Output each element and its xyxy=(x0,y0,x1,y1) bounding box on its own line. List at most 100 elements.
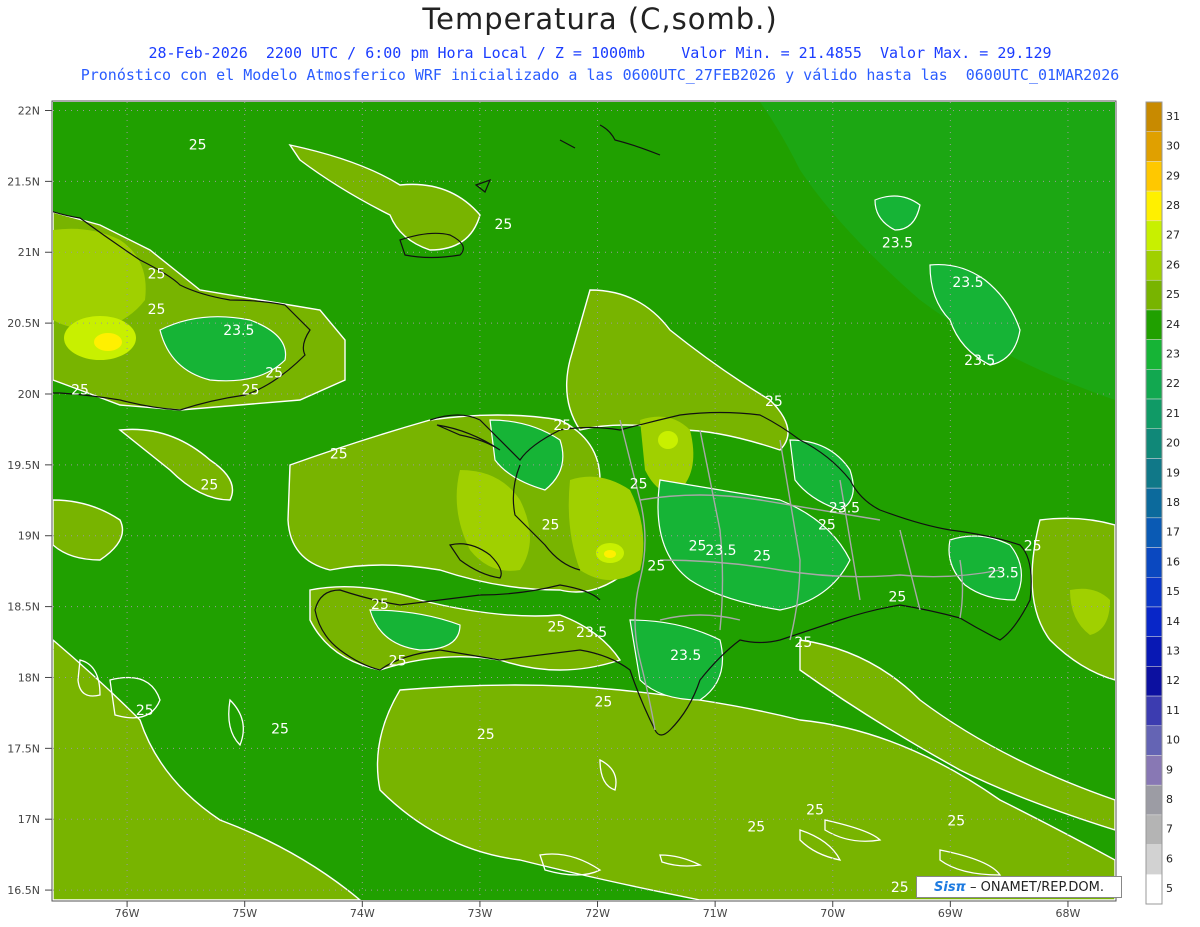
contour-label: 23.5 xyxy=(223,323,254,339)
contour-label: 23.5 xyxy=(964,353,995,369)
colorbar-swatch xyxy=(1145,339,1163,370)
credit-box: Sisπ – ONAMET/REP.DOM. xyxy=(916,876,1122,898)
contour-label: 23.5 xyxy=(829,500,860,516)
contour-label: 25 xyxy=(495,217,513,233)
lon-tick-label: 75W xyxy=(232,907,257,920)
contour-label: 25 xyxy=(71,383,89,399)
lat-tick-label: 21.5N xyxy=(7,175,40,188)
colorbar-label: 30 xyxy=(1166,140,1180,153)
colorbar-label: 21 xyxy=(1166,407,1180,420)
colorbar-swatch xyxy=(1145,784,1163,816)
lon-tick-label: 70W xyxy=(820,907,845,920)
colorbar-label: 24 xyxy=(1166,318,1180,331)
colorbar-label: 23 xyxy=(1166,347,1180,360)
colorbar-swatch xyxy=(1145,606,1163,637)
lat-tick-label: 19N xyxy=(18,530,40,543)
colorbar-label: 20 xyxy=(1166,437,1180,450)
contour-label: 25 xyxy=(794,635,812,651)
lat-tick-label: 18.5N xyxy=(7,601,40,614)
lon-tick-label: 68W xyxy=(1056,907,1081,920)
colorbar-swatch xyxy=(1145,279,1163,311)
colorbar-label: 15 xyxy=(1166,585,1180,598)
colorbar-label: 6 xyxy=(1166,852,1173,865)
contour-label: 25 xyxy=(330,447,348,463)
contour-label: 25 xyxy=(371,597,389,613)
colorbar-label: 27 xyxy=(1166,229,1180,242)
colorbar-swatch xyxy=(1145,131,1163,162)
colorbar-label: 22 xyxy=(1166,377,1180,390)
contour-label: 23.5 xyxy=(576,625,607,641)
lat-tick-label: 19.5N xyxy=(7,459,40,472)
contour-label: 25 xyxy=(594,695,612,711)
contour-label: 23.5 xyxy=(988,566,1019,582)
colorbar-label: 18 xyxy=(1166,496,1180,509)
colorbar-label: 10 xyxy=(1166,734,1180,747)
lat-tick-label: 17.5N xyxy=(7,742,40,755)
colorbar-swatch xyxy=(1145,101,1163,132)
colorbar-swatch xyxy=(1145,369,1163,400)
contour-label: 25 xyxy=(889,590,907,606)
contour-label: 25 xyxy=(689,539,707,555)
colorbar-label: 16 xyxy=(1166,555,1180,568)
colorbar-label: 5 xyxy=(1166,882,1173,895)
colorbar-swatch xyxy=(1145,874,1163,905)
colorbar-label: 9 xyxy=(1166,763,1173,776)
lon-tick-label: 76W xyxy=(115,907,140,920)
contour-label: 25 xyxy=(242,383,260,399)
colorbar-label: 28 xyxy=(1166,199,1180,212)
lat-tick-label: 22N xyxy=(18,105,40,118)
latitude-labels: 22N 21.5N 21N 20.5N 20N 19.5N 19N 18.5N 18N 17.5N… xyxy=(7,105,52,897)
contour-label: 25 xyxy=(891,880,909,896)
colorbar-swatch xyxy=(1145,517,1163,548)
contour-label: 25 xyxy=(818,517,836,533)
colorbar-swatch xyxy=(1145,547,1163,578)
contour-label: 25 xyxy=(148,302,166,318)
lat-tick-label: 16.5N xyxy=(7,884,40,897)
contour-label: 23.5 xyxy=(952,275,983,291)
contour-label: 25 xyxy=(189,138,207,154)
contour-label: 25 xyxy=(947,814,965,830)
colorbar-swatch xyxy=(1145,487,1163,519)
colorbar-swatch xyxy=(1145,636,1163,667)
lon-tick-label: 73W xyxy=(467,907,492,920)
contour-label: 25 xyxy=(765,394,783,410)
temperature-map: 2525252523.52525 25252525252525 23.5252523… xyxy=(7,100,1180,920)
contour-label: 25 xyxy=(265,366,283,382)
contour-label: 25 xyxy=(201,478,219,494)
contour-label: 25 xyxy=(389,653,407,669)
contour-label: 23.5 xyxy=(882,235,913,251)
contour-label: 25 xyxy=(747,819,765,835)
contour-label: 25 xyxy=(477,727,495,743)
colorbar-swatch xyxy=(1145,190,1163,222)
colorbar-swatch xyxy=(1145,458,1163,489)
contour-label: 25 xyxy=(806,802,824,818)
colorbar-label: 17 xyxy=(1166,526,1180,539)
contour-label: 25 xyxy=(1024,539,1042,555)
lat-tick-label: 17N xyxy=(18,813,40,826)
colorbar-label: 11 xyxy=(1166,704,1180,717)
longitude-labels: 76W 75W 74W 73W 72W 71W 70W 69W 68W xyxy=(115,901,1081,920)
contour-label: 23.5 xyxy=(670,648,701,664)
colorbar-swatch xyxy=(1145,309,1163,340)
lat-tick-label: 21N xyxy=(18,246,40,259)
colorbar-label: 14 xyxy=(1166,615,1180,628)
lon-tick-label: 72W xyxy=(585,907,610,920)
lat-tick-label: 20N xyxy=(18,388,40,401)
lat-tick-label: 18N xyxy=(18,671,40,684)
colorbar-swatch xyxy=(1145,428,1163,459)
colorbar-swatch xyxy=(1145,398,1163,429)
colorbar-swatch xyxy=(1145,250,1163,281)
contour-label: 25 xyxy=(271,721,289,737)
colorbar-label: 13 xyxy=(1166,645,1180,658)
contour-label: 25 xyxy=(553,418,571,434)
contour-label: 25 xyxy=(542,517,560,533)
contour-label: 23.5 xyxy=(705,543,736,559)
contour-label: 25 xyxy=(547,619,565,635)
lat-tick-label: 20.5N xyxy=(7,317,40,330)
colorbar-label: 26 xyxy=(1166,258,1180,271)
colorbar-label: 25 xyxy=(1166,288,1180,301)
colorbar-swatch xyxy=(1145,666,1163,697)
colorbar-label: 29 xyxy=(1166,169,1180,182)
colorbar-swatch xyxy=(1145,161,1163,192)
colorbar-label: 7 xyxy=(1166,823,1173,836)
